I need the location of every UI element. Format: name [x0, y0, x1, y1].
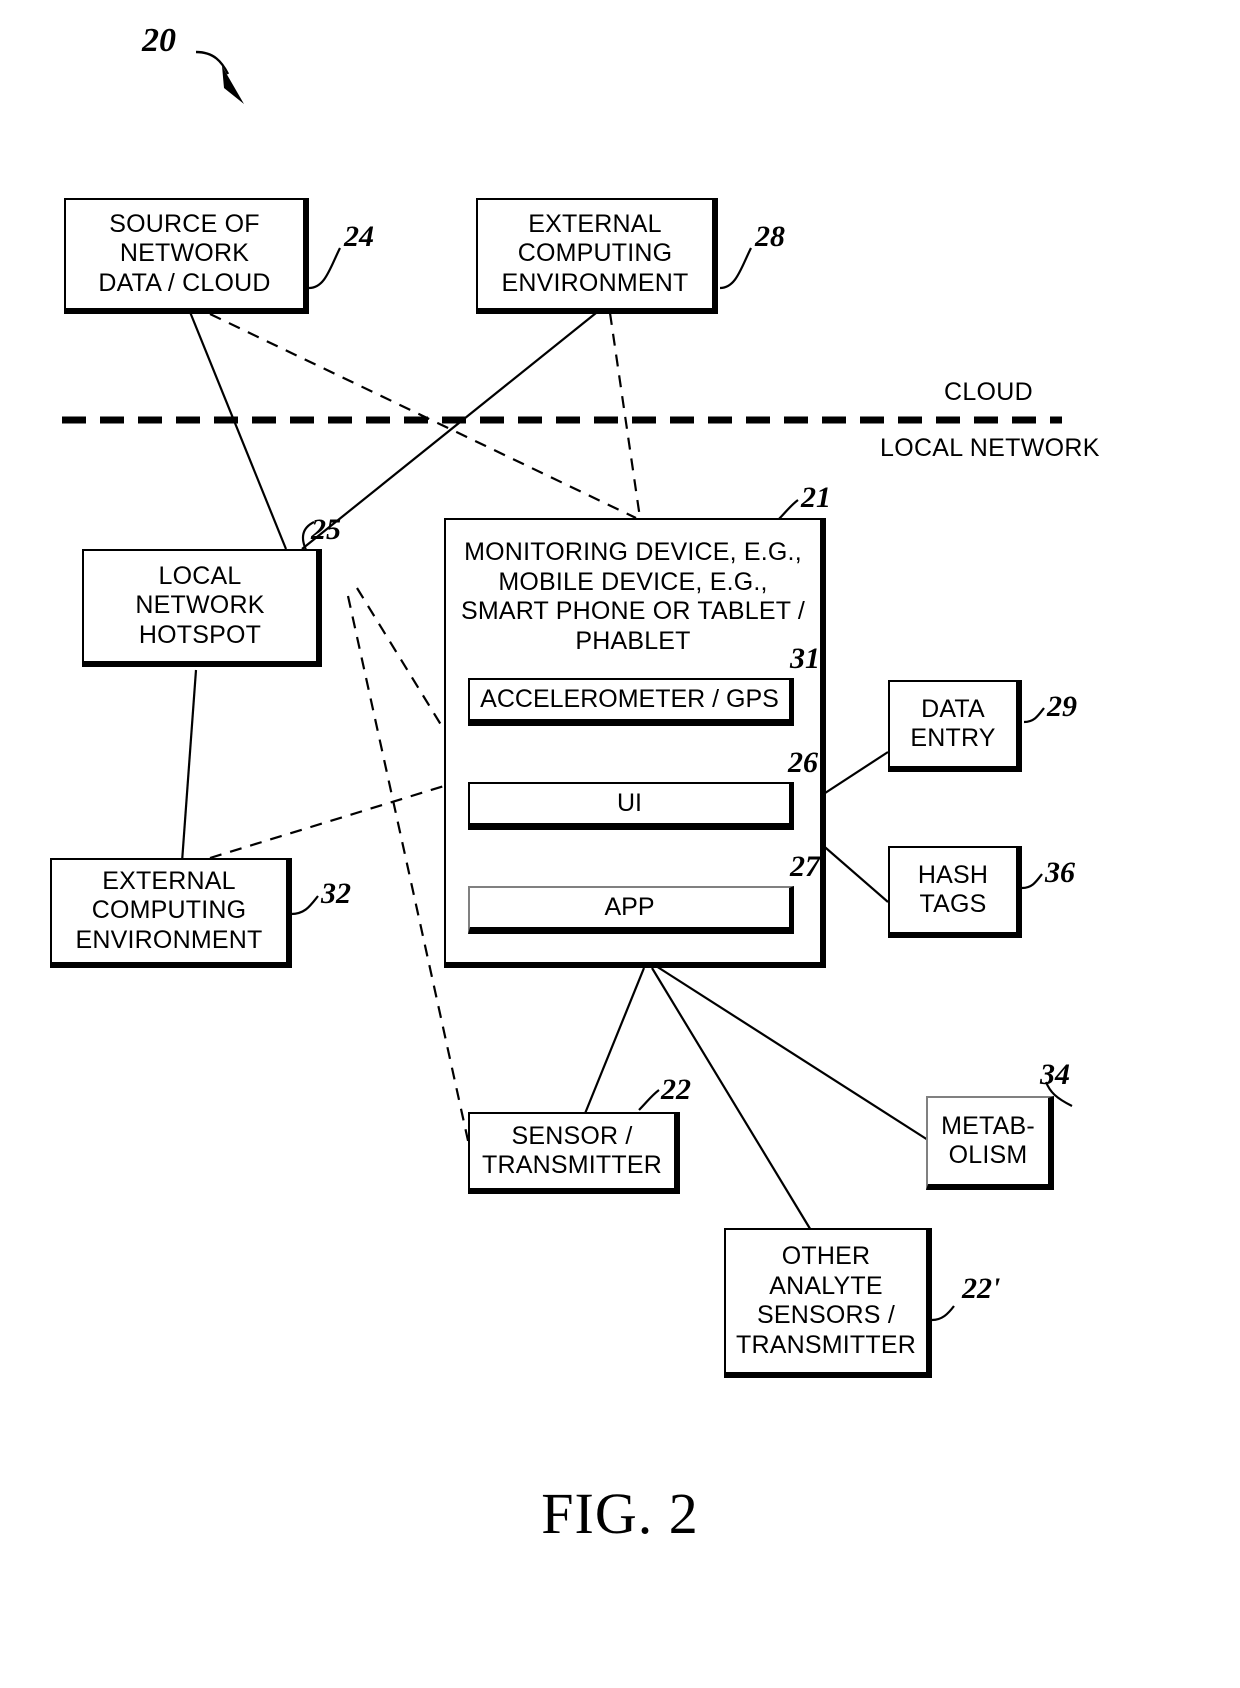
- node-app-label: APP: [604, 893, 655, 922]
- node-ui[interactable]: UI: [468, 782, 794, 830]
- node-hash-tags[interactable]: HASH TAGS: [888, 846, 1022, 938]
- ref-29: 29: [1047, 690, 1077, 723]
- ref-34: 34: [1040, 1058, 1070, 1091]
- ref-25: 25: [311, 513, 341, 546]
- ref-31: 31: [790, 642, 820, 675]
- cloud-label: CLOUD: [944, 378, 1034, 406]
- node-local-network-hotspot[interactable]: LOCAL NETWORK HOTSPOT: [82, 549, 322, 667]
- node-hash-tags-label: HASH TAGS: [917, 860, 989, 919]
- ref-21: 21: [801, 481, 831, 514]
- node-external-computing-environment-local-label: EXTERNAL COMPUTING ENVIRONMENT: [75, 866, 263, 954]
- ref-26: 26: [788, 746, 818, 779]
- node-source-of-network-data[interactable]: SOURCE OF NETWORK DATA / CLOUD: [64, 198, 309, 314]
- wire-hotspot-to-extenv32: [180, 669, 198, 863]
- wire-monitoring-to-sensor: [582, 967, 646, 1117]
- node-sensor-transmitter[interactable]: SENSOR / TRANSMITTER: [468, 1112, 680, 1194]
- node-external-computing-environment-cloud-label: EXTERNAL COMPUTING ENVIRONMENT: [501, 209, 689, 297]
- figure-canvas: 20 24 28 25 32 21 31 26 27 29 36 22 34 2…: [0, 0, 1240, 1688]
- wire-source-to-hotspot: [188, 311, 288, 550]
- node-data-entry-label: DATA ENTRY: [910, 694, 996, 753]
- wire-extenv28-to-hotspot: [301, 312, 597, 550]
- node-source-of-network-data-label: SOURCE OF NETWORK DATA / CLOUD: [98, 209, 271, 297]
- ref-32: 32: [321, 877, 351, 910]
- ref-22-prime: 22': [962, 1272, 1001, 1305]
- ref-24: 24: [344, 220, 374, 253]
- node-other-analyte-sensors[interactable]: OTHER ANALYTE SENSORS / TRANSMITTER: [724, 1228, 932, 1378]
- node-accelerometer-gps-label: ACCELEROMETER / GPS: [480, 685, 779, 714]
- wire-extenv28-to-monitoring: [608, 312, 642, 519]
- figure-ref-20: 20: [142, 22, 176, 59]
- wire-extenv32-to-monitoring: [209, 776, 471, 860]
- figure-ref-arrow: [195, 50, 244, 104]
- wire-source-to-monitoring: [209, 313, 637, 519]
- node-monitoring-device-label: MONITORING DEVICE, E.G., MOBILE DEVICE, …: [460, 538, 806, 655]
- ref-22: 22: [661, 1073, 691, 1106]
- wire-monitoring-to-metabolism: [655, 965, 929, 1141]
- local-network-label: LOCAL NETWORK: [880, 434, 1100, 462]
- ref-28: 28: [755, 220, 785, 253]
- node-app[interactable]: APP: [468, 886, 794, 934]
- figure-caption: FIG. 2: [541, 1481, 699, 1546]
- node-accelerometer-gps[interactable]: ACCELEROMETER / GPS: [468, 678, 794, 726]
- node-metabolism-label: METAB- OLISM: [941, 1111, 1035, 1170]
- node-data-entry[interactable]: DATA ENTRY: [888, 680, 1022, 772]
- node-metabolism[interactable]: METAB- OLISM: [926, 1096, 1054, 1190]
- node-local-network-hotspot-label: LOCAL NETWORK HOTSPOT: [135, 561, 265, 649]
- node-other-analyte-sensors-label: OTHER ANALYTE SENSORS / TRANSMITTER: [736, 1242, 916, 1359]
- node-external-computing-environment-local[interactable]: EXTERNAL COMPUTING ENVIRONMENT: [50, 858, 292, 968]
- node-external-computing-environment-cloud[interactable]: EXTERNAL COMPUTING ENVIRONMENT: [476, 198, 718, 314]
- node-sensor-transmitter-label: SENSOR / TRANSMITTER: [482, 1121, 662, 1180]
- node-ui-label: UI: [617, 789, 642, 818]
- ref-27: 27: [790, 850, 820, 883]
- ref-36: 36: [1045, 856, 1075, 889]
